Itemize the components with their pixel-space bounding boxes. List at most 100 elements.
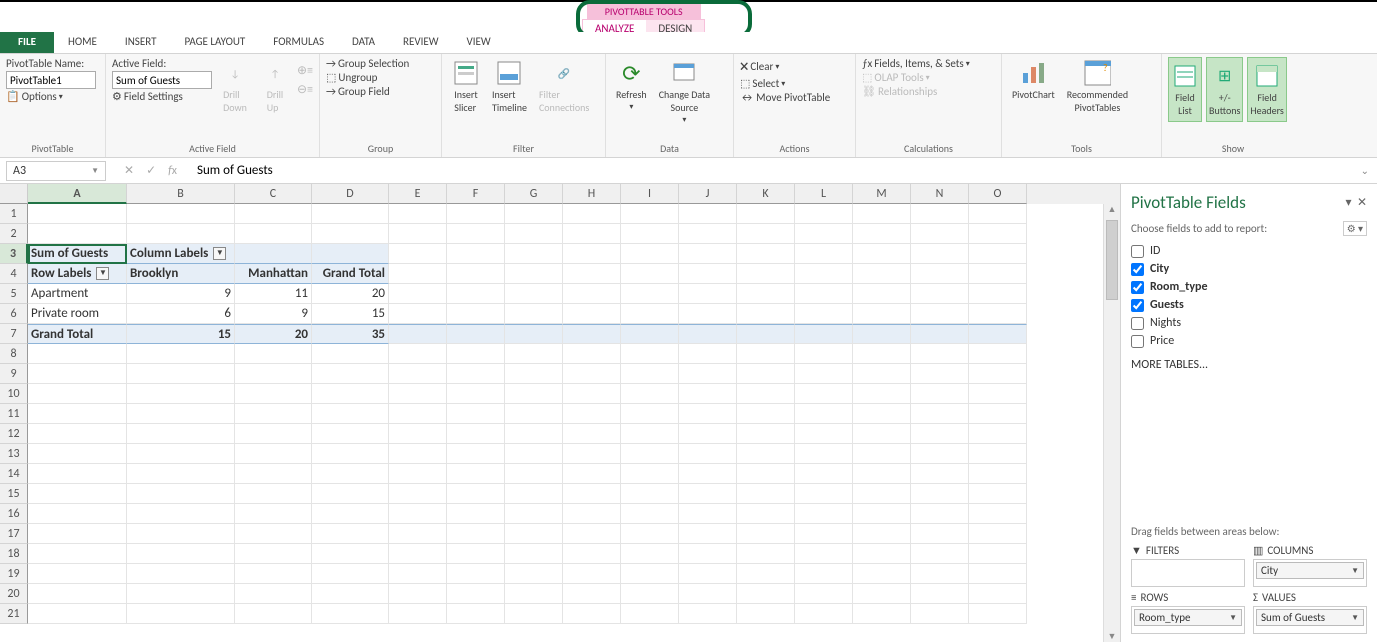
cell[interactable]: [447, 284, 505, 304]
cell[interactable]: [127, 524, 235, 544]
cell[interactable]: 9: [127, 284, 235, 304]
cell[interactable]: [563, 404, 621, 424]
row-header-17[interactable]: 17: [0, 524, 28, 544]
tab-view[interactable]: VIEW: [453, 32, 505, 53]
cell[interactable]: [563, 304, 621, 324]
cell[interactable]: [505, 244, 563, 264]
cell[interactable]: [235, 424, 312, 444]
cell[interactable]: [911, 544, 969, 564]
cell[interactable]: [447, 584, 505, 604]
cell[interactable]: [911, 304, 969, 324]
cell[interactable]: [679, 604, 737, 624]
row-header-15[interactable]: 15: [0, 484, 28, 504]
cell[interactable]: 9: [235, 304, 312, 324]
cell[interactable]: [853, 444, 911, 464]
cell[interactable]: [737, 324, 795, 344]
cell[interactable]: [389, 464, 447, 484]
cell[interactable]: [389, 364, 447, 384]
cell[interactable]: [795, 424, 853, 444]
cell[interactable]: [447, 424, 505, 444]
cell[interactable]: [679, 384, 737, 404]
insert-slicer-button[interactable]: Insert Slicer: [448, 57, 484, 116]
cell[interactable]: [621, 304, 679, 324]
cell[interactable]: [447, 544, 505, 564]
cell[interactable]: [28, 444, 127, 464]
cell[interactable]: [911, 404, 969, 424]
cell[interactable]: [389, 544, 447, 564]
cell[interactable]: [563, 564, 621, 584]
cell[interactable]: [911, 444, 969, 464]
vertical-scrollbar[interactable]: [1103, 204, 1120, 642]
cell[interactable]: [853, 604, 911, 624]
cell[interactable]: [563, 544, 621, 564]
tab-file[interactable]: FILE: [0, 32, 54, 53]
row-header-9[interactable]: 9: [0, 364, 28, 384]
cell[interactable]: [389, 344, 447, 364]
cell[interactable]: [447, 324, 505, 344]
cell[interactable]: [969, 304, 1027, 324]
cell[interactable]: [447, 204, 505, 224]
filters-dropzone[interactable]: [1131, 559, 1245, 587]
cell[interactable]: [969, 344, 1027, 364]
cell[interactable]: [127, 404, 235, 424]
cell[interactable]: [235, 584, 312, 604]
cell[interactable]: [28, 484, 127, 504]
cell[interactable]: [563, 464, 621, 484]
field-item-guests[interactable]: Guests: [1131, 296, 1367, 314]
cell[interactable]: [389, 444, 447, 464]
cell[interactable]: [127, 444, 235, 464]
pivottable-name-input[interactable]: [6, 71, 96, 89]
values-dropzone[interactable]: Sum of Guests▼: [1253, 606, 1367, 634]
formula-input[interactable]: [189, 163, 1089, 178]
cell[interactable]: [312, 404, 389, 424]
cell[interactable]: [28, 544, 127, 564]
cell[interactable]: [28, 604, 127, 624]
cell[interactable]: [312, 544, 389, 564]
cell[interactable]: [853, 404, 911, 424]
cell[interactable]: [737, 444, 795, 464]
cell[interactable]: [621, 484, 679, 504]
cell[interactable]: [911, 424, 969, 444]
cell[interactable]: [28, 204, 127, 224]
field-checkbox[interactable]: [1131, 281, 1144, 294]
cell[interactable]: [563, 204, 621, 224]
cell[interactable]: [389, 244, 447, 264]
cell[interactable]: [679, 404, 737, 424]
cell[interactable]: [795, 584, 853, 604]
cell[interactable]: [28, 464, 127, 484]
cell[interactable]: Manhattan: [235, 264, 312, 284]
cell[interactable]: [679, 304, 737, 324]
cell[interactable]: [969, 444, 1027, 464]
cell[interactable]: [447, 404, 505, 424]
cell[interactable]: [621, 384, 679, 404]
cell[interactable]: [389, 504, 447, 524]
cell[interactable]: [737, 284, 795, 304]
cell[interactable]: [621, 464, 679, 484]
cell[interactable]: [853, 524, 911, 544]
cell[interactable]: [447, 564, 505, 584]
cell[interactable]: [621, 524, 679, 544]
field-checkbox[interactable]: [1131, 299, 1144, 312]
active-field-input[interactable]: [112, 71, 212, 89]
cell[interactable]: [853, 544, 911, 564]
cell[interactable]: [563, 604, 621, 624]
cell[interactable]: [505, 204, 563, 224]
column-header-L[interactable]: L: [795, 184, 853, 204]
cell[interactable]: [679, 204, 737, 224]
chevron-down-icon[interactable]: ▼: [91, 166, 99, 176]
cell[interactable]: [235, 204, 312, 224]
column-header-K[interactable]: K: [737, 184, 795, 204]
cell[interactable]: [389, 604, 447, 624]
cell[interactable]: [795, 464, 853, 484]
cell[interactable]: [312, 204, 389, 224]
row-header-12[interactable]: 12: [0, 424, 28, 444]
tab-insert[interactable]: INSERT: [111, 32, 171, 53]
cell[interactable]: [621, 424, 679, 444]
cell[interactable]: [853, 464, 911, 484]
pane-menu-icon[interactable]: ▾: [1345, 196, 1351, 210]
cell[interactable]: [795, 484, 853, 504]
scroll-thumb[interactable]: [1106, 220, 1118, 300]
cell[interactable]: Sum of Guests: [28, 244, 127, 264]
cell[interactable]: [505, 324, 563, 344]
cell[interactable]: [505, 424, 563, 444]
